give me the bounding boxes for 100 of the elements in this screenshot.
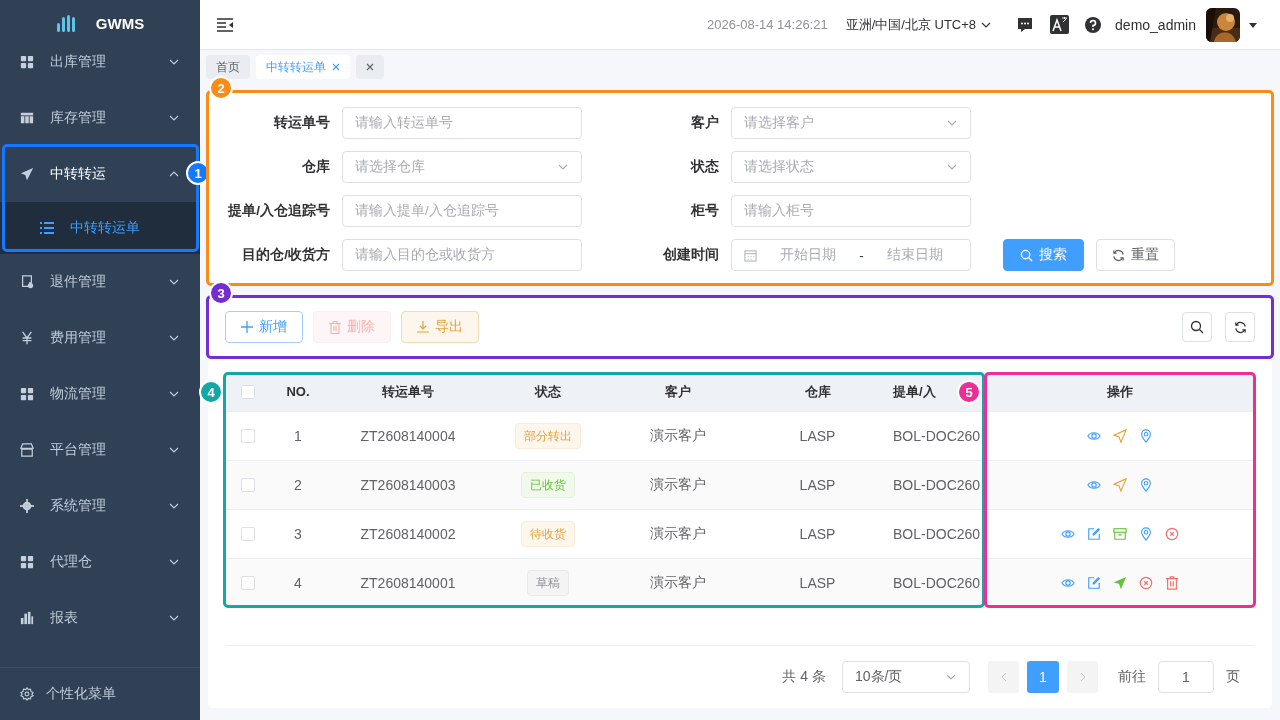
grid-icon (20, 387, 34, 401)
table-icon (20, 111, 34, 125)
status-tag: 草稿 (526, 570, 569, 596)
table-cell: 演示客户 (649, 574, 706, 592)
chevron-left-icon (999, 672, 1008, 682)
reset-button[interactable]: 重置 (1096, 239, 1175, 271)
table-cell: 4 (294, 575, 302, 591)
location-pin-icon[interactable] (1139, 527, 1153, 541)
sidebar-item[interactable]: 平台管理 (0, 422, 186, 478)
edit-icon[interactable] (1087, 576, 1101, 590)
edit-icon[interactable] (1087, 527, 1101, 541)
goto-page-input[interactable]: 1 (1158, 661, 1214, 693)
sidebar-item[interactable]: 中转转运 (0, 146, 186, 202)
table-cell: LASP (799, 575, 836, 591)
status-tag: 已收货 (520, 472, 575, 498)
column-header: 状态 (534, 382, 561, 401)
date-range-field[interactable]: 开始日期 - 结束日期 (731, 239, 971, 271)
table-cell: BOL-DOC260 (893, 428, 981, 444)
eye-icon[interactable] (1087, 429, 1101, 443)
yen-icon (20, 331, 34, 345)
grid-icon (20, 555, 34, 569)
help-icon[interactable] (1085, 16, 1102, 33)
sidebar-item[interactable]: 退件管理 (0, 254, 186, 310)
field-label: 客户 (690, 114, 719, 132)
chat-icon[interactable] (1016, 15, 1035, 34)
calendar-icon (744, 248, 757, 262)
sidebar-item[interactable]: 出库管理 (0, 34, 186, 90)
refresh-icon (1112, 248, 1125, 262)
field-label: 创建时间 (662, 246, 719, 264)
shop-icon (20, 443, 34, 457)
table-cell: LASP (799, 526, 836, 542)
table-cell: BOL-DOC260 (893, 477, 981, 493)
eye-icon[interactable] (1087, 478, 1101, 492)
refresh-button[interactable] (1225, 312, 1255, 342)
search-toggle-button[interactable] (1182, 312, 1212, 342)
column-header: 操作 (1107, 382, 1133, 401)
close-icon[interactable] (366, 63, 374, 71)
table-cell: 演示客户 (649, 427, 706, 445)
close-icon[interactable] (332, 63, 340, 71)
trash-icon[interactable] (1165, 576, 1179, 590)
checkbox[interactable] (241, 429, 255, 443)
total-count-text: 共 4 条 (782, 668, 826, 686)
field-label: 目的仓/收货方 (241, 246, 330, 264)
field-label: 状态 (689, 158, 719, 176)
column-header: 客户 (664, 382, 691, 401)
receipt-icon (20, 275, 34, 289)
sidebar-item[interactable]: 费用管理 (0, 310, 186, 366)
grid-icon (20, 55, 34, 69)
search-icon (1020, 248, 1033, 262)
timezone-select[interactable]: 亚洲/中国/北京 UTC+8 (845, 15, 993, 34)
table-cell: ZT2608140002 (360, 526, 456, 542)
trash-icon (329, 320, 341, 334)
field-label: 柜号 (690, 202, 719, 220)
column-header: NO. (286, 384, 310, 399)
table-cell: LASP (799, 477, 836, 493)
field-label: 仓库 (301, 158, 330, 176)
table-cell: LASP (799, 428, 836, 444)
translate-icon[interactable] (1050, 15, 1070, 34)
caret-icon[interactable] (1248, 20, 1258, 29)
cancel-icon[interactable] (1165, 527, 1179, 541)
eye-icon[interactable] (1061, 527, 1075, 541)
table-cell: 演示客户 (649, 476, 706, 494)
checkbox[interactable] (241, 384, 255, 399)
eye-icon[interactable] (1061, 576, 1075, 590)
field-label: 转运单号 (273, 114, 330, 132)
archive-box-icon[interactable] (1113, 527, 1127, 541)
sidebar-item[interactable]: 代理仓 (0, 534, 186, 590)
checkbox[interactable] (241, 576, 255, 590)
page-tab[interactable]: 首页 (206, 55, 250, 79)
sidebar-subitem[interactable]: 中转转运单 (0, 202, 200, 254)
datetime-text: 2026-08-14 14:26:21 (706, 17, 828, 32)
checkbox[interactable] (241, 478, 255, 492)
sidebar-item[interactable]: 物流管理 (0, 366, 186, 422)
app-logo-text: GWMS (95, 14, 145, 34)
menu-fold-icon[interactable] (216, 16, 234, 33)
list-icon (40, 222, 54, 234)
sidebar-item[interactable]: 报表 (0, 590, 186, 646)
plus-icon (241, 321, 253, 333)
checkbox[interactable] (241, 527, 255, 541)
location-pin-icon[interactable] (1139, 429, 1153, 443)
bar-chart-icon (20, 611, 34, 625)
column-header: 转运单号 (382, 382, 434, 401)
table-cell: 演示客户 (649, 525, 706, 543)
username-text[interactable]: demo_admin (1115, 16, 1196, 33)
page-size-select[interactable]: 10条/页 (842, 661, 970, 693)
search-icon (1190, 320, 1204, 334)
goto-label: 前往 (1118, 668, 1146, 686)
paper-plane-icon[interactable] (1113, 429, 1127, 443)
paper-plane-icon[interactable] (1113, 576, 1127, 590)
chevron-right-icon (1078, 672, 1087, 682)
table-cell: BOL-DOC260 (893, 575, 981, 591)
sidebar-item[interactable]: 系统管理 (0, 478, 186, 534)
table-cell: 3 (294, 526, 302, 542)
cancel-icon[interactable] (1139, 576, 1153, 590)
paper-plane-icon[interactable] (1113, 478, 1127, 492)
page-suffix-text: 页 (1226, 668, 1240, 686)
sidebar-item[interactable]: 库存管理 (0, 90, 186, 146)
location-pin-icon[interactable] (1139, 478, 1153, 492)
table-cell: ZT2608140004 (360, 428, 456, 444)
table-cell: 1 (294, 428, 302, 444)
